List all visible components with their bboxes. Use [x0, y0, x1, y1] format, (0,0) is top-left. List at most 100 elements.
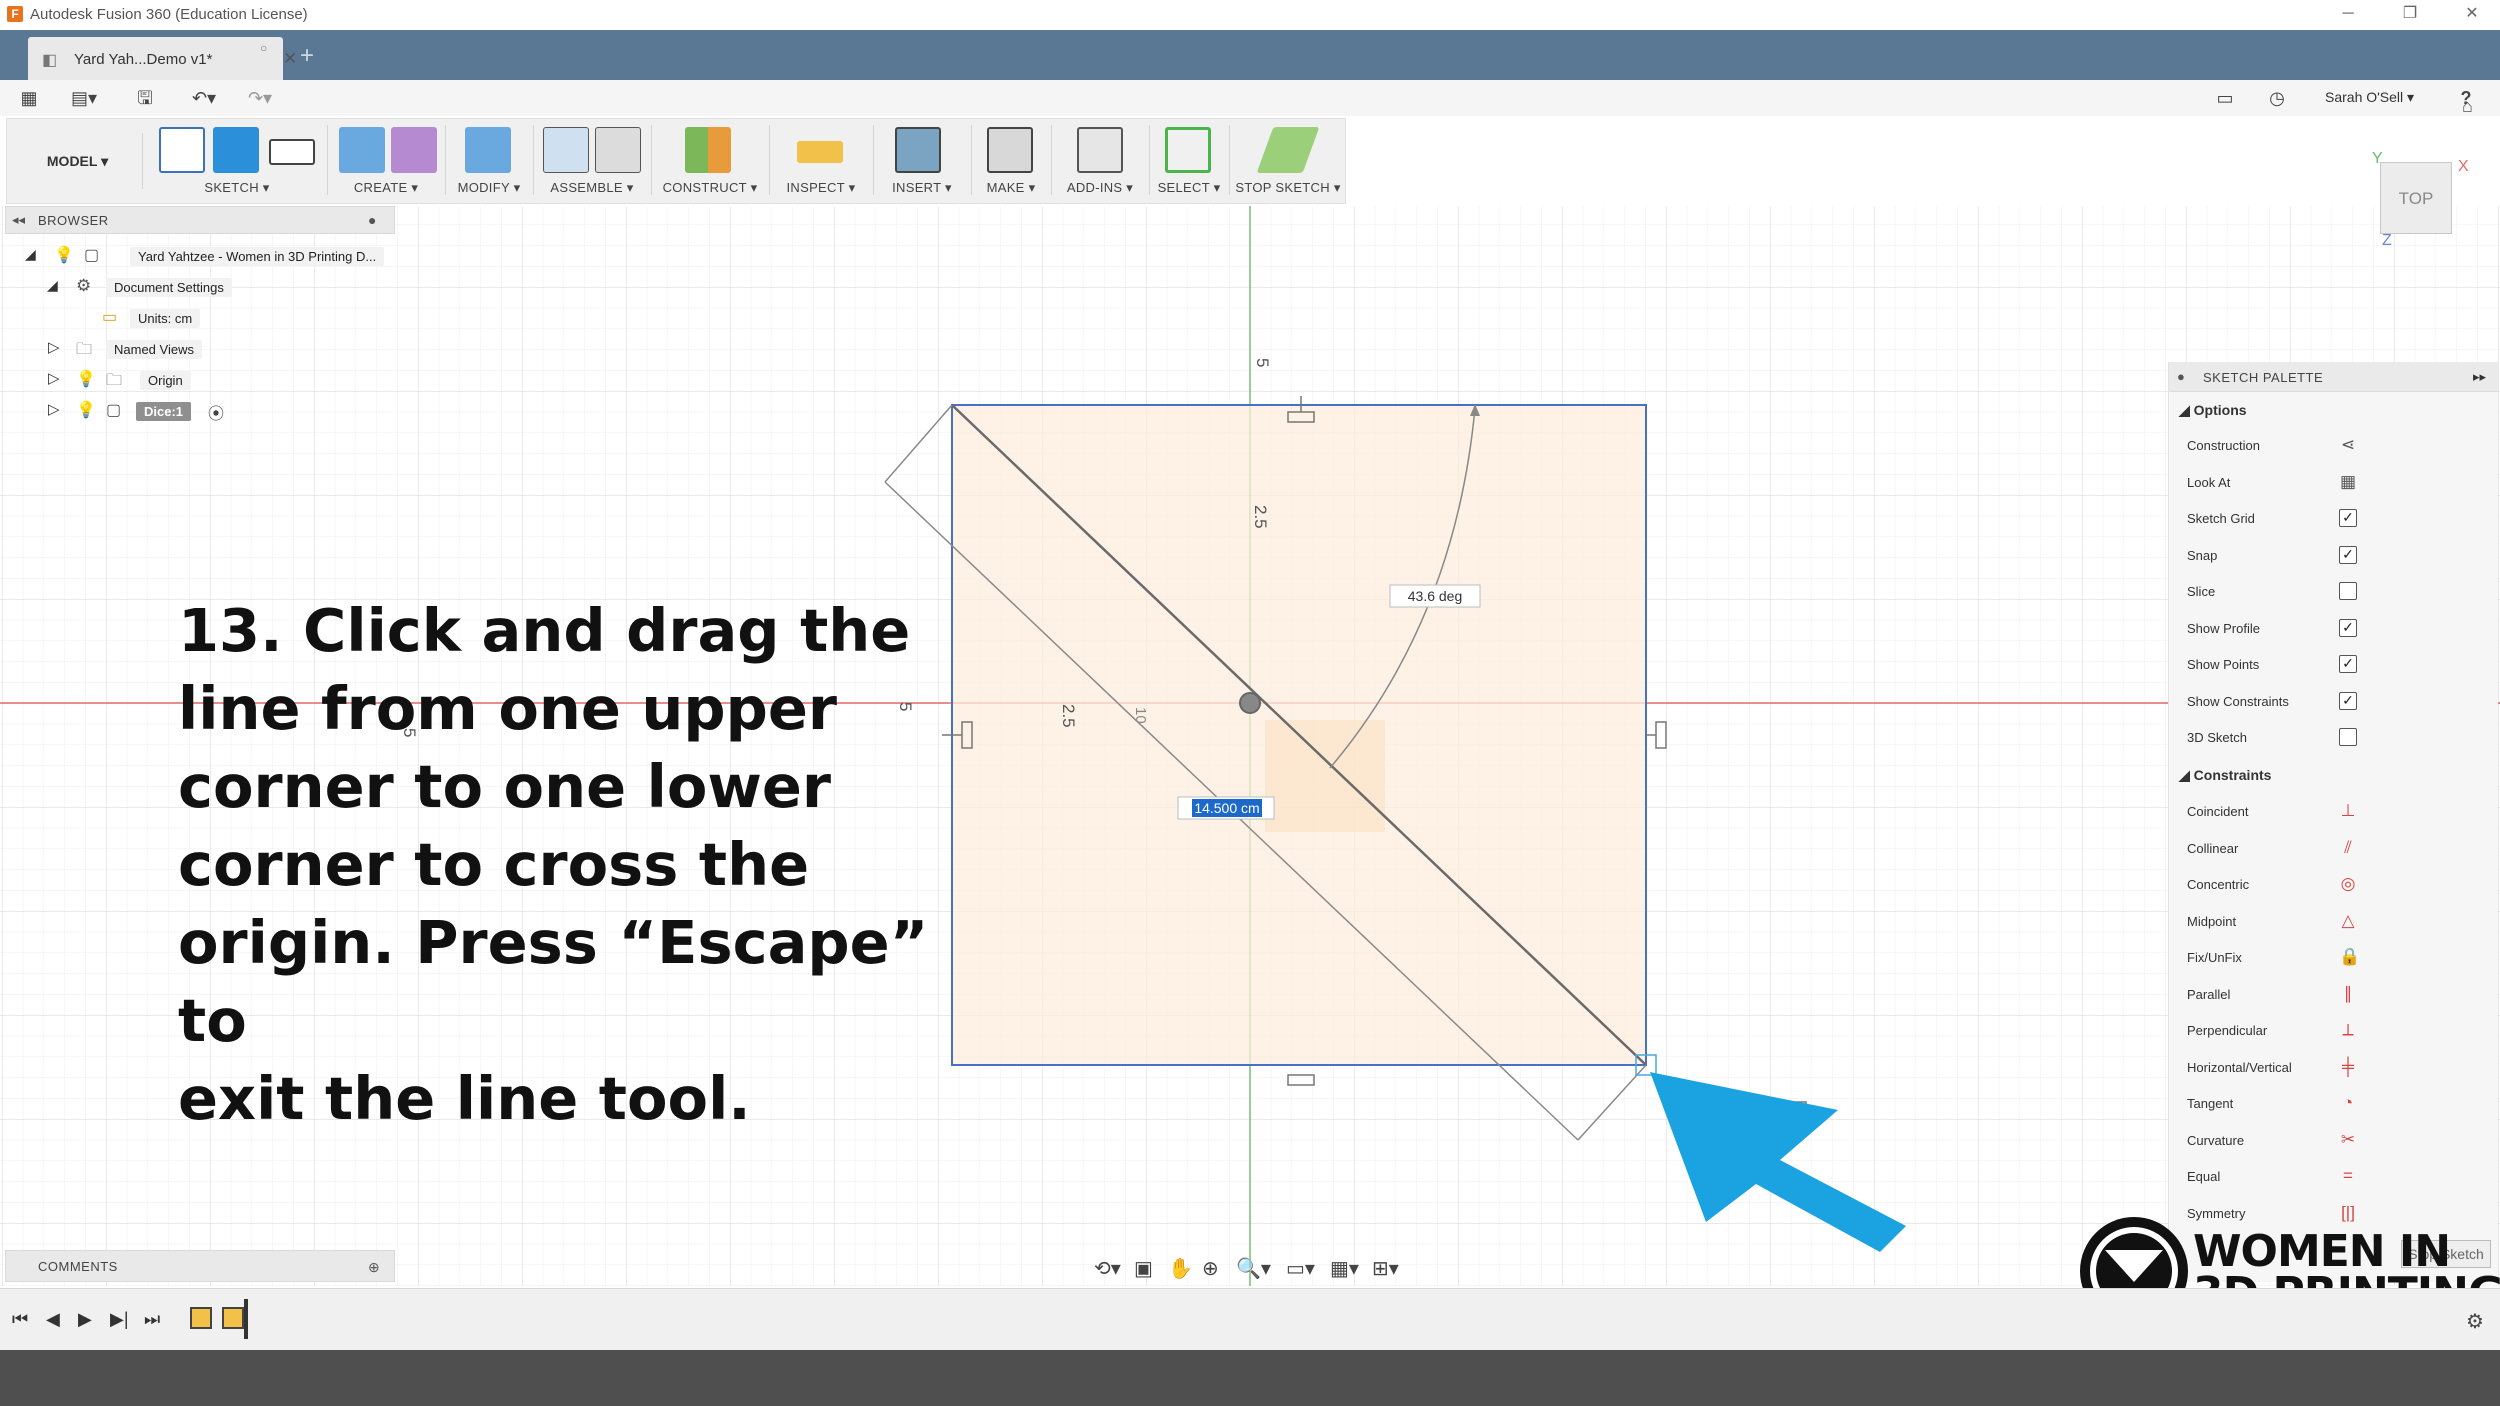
sketch-palette-header[interactable]: ● SKETCH PALETTE ▸▸	[2169, 362, 2499, 392]
pan-icon[interactable]: ✋	[1168, 1256, 1193, 1281]
press-pull-icon[interactable]	[465, 127, 511, 173]
expanded-triangle-icon[interactable]: ◢	[25, 246, 36, 263]
checkbox[interactable]	[2339, 582, 2357, 600]
view-cube[interactable]: TOP	[2380, 162, 2452, 234]
undo-icon[interactable]: ↶▾	[184, 84, 224, 112]
save-icon[interactable]: 🖫	[130, 84, 160, 112]
new-tab-button[interactable]: +	[292, 42, 322, 72]
timeline-sketch-feature-icon[interactable]	[190, 1307, 212, 1329]
look-at-icon[interactable]: ▦	[2339, 472, 2357, 491]
palette-row-perpendicular[interactable]: Perpendicular ⟂	[2187, 1015, 2487, 1045]
tree-item-origin[interactable]: ▷ 💡 🗀 Origin	[44, 367, 284, 393]
constraints-section-header[interactable]: ◢ Constraints	[2179, 767, 2271, 784]
browser-options-icon[interactable]: ●	[368, 212, 376, 228]
collapse-browser-icon[interactable]: ◂◂	[12, 212, 25, 228]
look-at-icon[interactable]: ▣	[1134, 1256, 1153, 1281]
palette-row-tangent[interactable]: Tangent ◔	[2187, 1088, 2487, 1118]
offset-plane-icon[interactable]	[685, 127, 731, 173]
checkbox[interactable]: ✓	[2339, 655, 2357, 673]
add-comment-icon[interactable]: ⊕	[368, 1259, 380, 1276]
palette-row-curvature[interactable]: Curvature ✂	[2187, 1125, 2487, 1155]
tangent-icon[interactable]: ◔	[2339, 1094, 2357, 1112]
checkbox[interactable]: ✓	[2339, 545, 2357, 564]
palette-row-horizontal-vertical[interactable]: Horizontal/Vertical ╪	[2187, 1052, 2487, 1082]
assemble-menu[interactable]: ASSEMBLE ▾	[537, 180, 647, 196]
visibility-bulb-icon[interactable]: 💡	[76, 369, 96, 389]
modify-group[interactable]: MODIFY ▾	[449, 119, 529, 205]
close-button[interactable]: ✕	[2452, 2, 2492, 26]
collinear-icon[interactable]: ⫽	[2339, 838, 2357, 857]
fix-icon[interactable]: 🔒	[2339, 948, 2360, 966]
construct-menu[interactable]: CONSTRUCT ▾	[655, 180, 765, 196]
timeline-sketch-feature-icon[interactable]	[222, 1307, 244, 1329]
inspect-group[interactable]: INSPECT ▾	[773, 119, 869, 205]
assemble-group[interactable]: ASSEMBLE ▾	[537, 119, 647, 205]
select-menu[interactable]: SELECT ▾	[1153, 180, 1225, 196]
options-section-header[interactable]: ◢ Options	[2179, 402, 2247, 419]
palette-row-parallel[interactable]: Parallel ∥	[2187, 979, 2487, 1009]
tree-item-named-views[interactable]: ▷ 🗀 Named Views	[44, 336, 284, 362]
tree-item-document[interactable]: ◢ 💡 ▢ Yard Yahtzee - Women in 3D Printin…	[22, 243, 402, 269]
tree-item-dice[interactable]: ▷ 💡 ▢ Dice:1 ⦿	[44, 398, 304, 424]
last-step-icon[interactable]: ⏭	[144, 1309, 160, 1330]
make-menu[interactable]: MAKE ▾	[975, 180, 1047, 196]
palette-row-fix-unfix[interactable]: Fix/UnFix 🔒	[2187, 942, 2487, 972]
length-input[interactable]: 14.500 cm	[1194, 800, 1259, 816]
palette-row-construction[interactable]: Construction ⋖	[2187, 430, 2487, 460]
make-group[interactable]: MAKE ▾	[975, 119, 1047, 205]
midpoint-icon[interactable]: △	[2339, 911, 2357, 930]
orbit-icon[interactable]: ⟲▾	[1094, 1256, 1121, 1281]
addins-menu[interactable]: ADD-INS ▾	[1055, 180, 1145, 196]
expand-palette-icon[interactable]: ▸▸	[2473, 369, 2486, 385]
create-sketch-icon[interactable]	[159, 127, 205, 173]
palette-row-coincident[interactable]: Coincident ⊥	[2187, 796, 2487, 826]
joint-icon[interactable]	[595, 127, 641, 173]
palette-row-equal[interactable]: Equal =	[2187, 1161, 2487, 1191]
collapsed-triangle-icon[interactable]: ▷	[48, 338, 60, 356]
first-step-icon[interactable]: ⏮	[12, 1309, 28, 1330]
modify-menu[interactable]: MODIFY ▾	[449, 180, 529, 196]
palette-options-icon[interactable]: ●	[2177, 369, 2185, 384]
fit-icon[interactable]: 🔍▾	[1236, 1256, 1271, 1281]
concentric-icon[interactable]: ◎	[2339, 875, 2357, 893]
visibility-bulb-icon[interactable]: 💡	[54, 245, 74, 265]
line-tool-icon[interactable]	[213, 127, 259, 173]
sketch-group[interactable]: SKETCH ▾	[157, 119, 317, 205]
viewports-icon[interactable]: ⊞▾	[1372, 1256, 1399, 1281]
collapsed-triangle-icon[interactable]: ▷	[48, 400, 60, 418]
grid-settings-icon[interactable]: ▦▾	[1330, 1256, 1359, 1281]
play-icon[interactable]: ▶	[78, 1309, 92, 1330]
zoom-icon[interactable]: ⊕	[1202, 1256, 1219, 1281]
new-component-icon[interactable]	[543, 127, 589, 173]
sketch-menu[interactable]: SKETCH ▾	[157, 180, 317, 196]
next-step-icon[interactable]: ▶|	[110, 1309, 129, 1330]
display-settings-icon[interactable]: ▭▾	[1286, 1256, 1315, 1281]
comments-panel-header[interactable]: COMMENTS ⊕	[5, 1250, 395, 1282]
construction-icon[interactable]: ⋖	[2339, 436, 2357, 454]
palette-row-concentric[interactable]: Concentric ◎	[2187, 869, 2487, 899]
redo-icon[interactable]: ↷▾	[240, 84, 280, 112]
measure-icon[interactable]	[797, 141, 843, 163]
restore-button[interactable]: ❐	[2390, 2, 2430, 26]
palette-row-show-profile[interactable]: Show Profile ✓	[2187, 613, 2487, 643]
insert-group[interactable]: INSERT ▾	[877, 119, 967, 205]
stop-sketch-menu[interactable]: STOP SKETCH ▾	[1233, 180, 1343, 196]
stop-sketch-group[interactable]: STOP SKETCH ▾	[1233, 119, 1343, 205]
perpendicular-icon[interactable]: ⟂	[2339, 1021, 2357, 1039]
palette-row-3d-sketch[interactable]: 3D Sketch	[2187, 722, 2487, 752]
palette-row-slice[interactable]: Slice	[2187, 576, 2487, 606]
timeline-settings-icon[interactable]: ⚙	[2466, 1309, 2484, 1334]
checkbox[interactable]	[2339, 728, 2357, 746]
equal-icon[interactable]: =	[2339, 1167, 2357, 1185]
curvature-icon[interactable]: ✂	[2339, 1130, 2357, 1149]
3d-print-icon[interactable]	[987, 127, 1033, 173]
file-menu-icon[interactable]: ▤▾	[64, 84, 104, 112]
palette-row-look-at[interactable]: Look At ▦	[2187, 467, 2487, 497]
minimize-button[interactable]: ─	[2328, 2, 2368, 26]
palette-row-collinear[interactable]: Collinear ⫽	[2187, 833, 2487, 863]
palette-row-show-points[interactable]: Show Points ✓	[2187, 649, 2487, 679]
create-menu[interactable]: CREATE ▾	[331, 180, 441, 196]
visibility-bulb-icon[interactable]: 💡	[76, 400, 96, 420]
horizontal-vertical-icon[interactable]: ╪	[2339, 1057, 2357, 1076]
palette-row-snap[interactable]: Snap ✓	[2187, 540, 2487, 570]
